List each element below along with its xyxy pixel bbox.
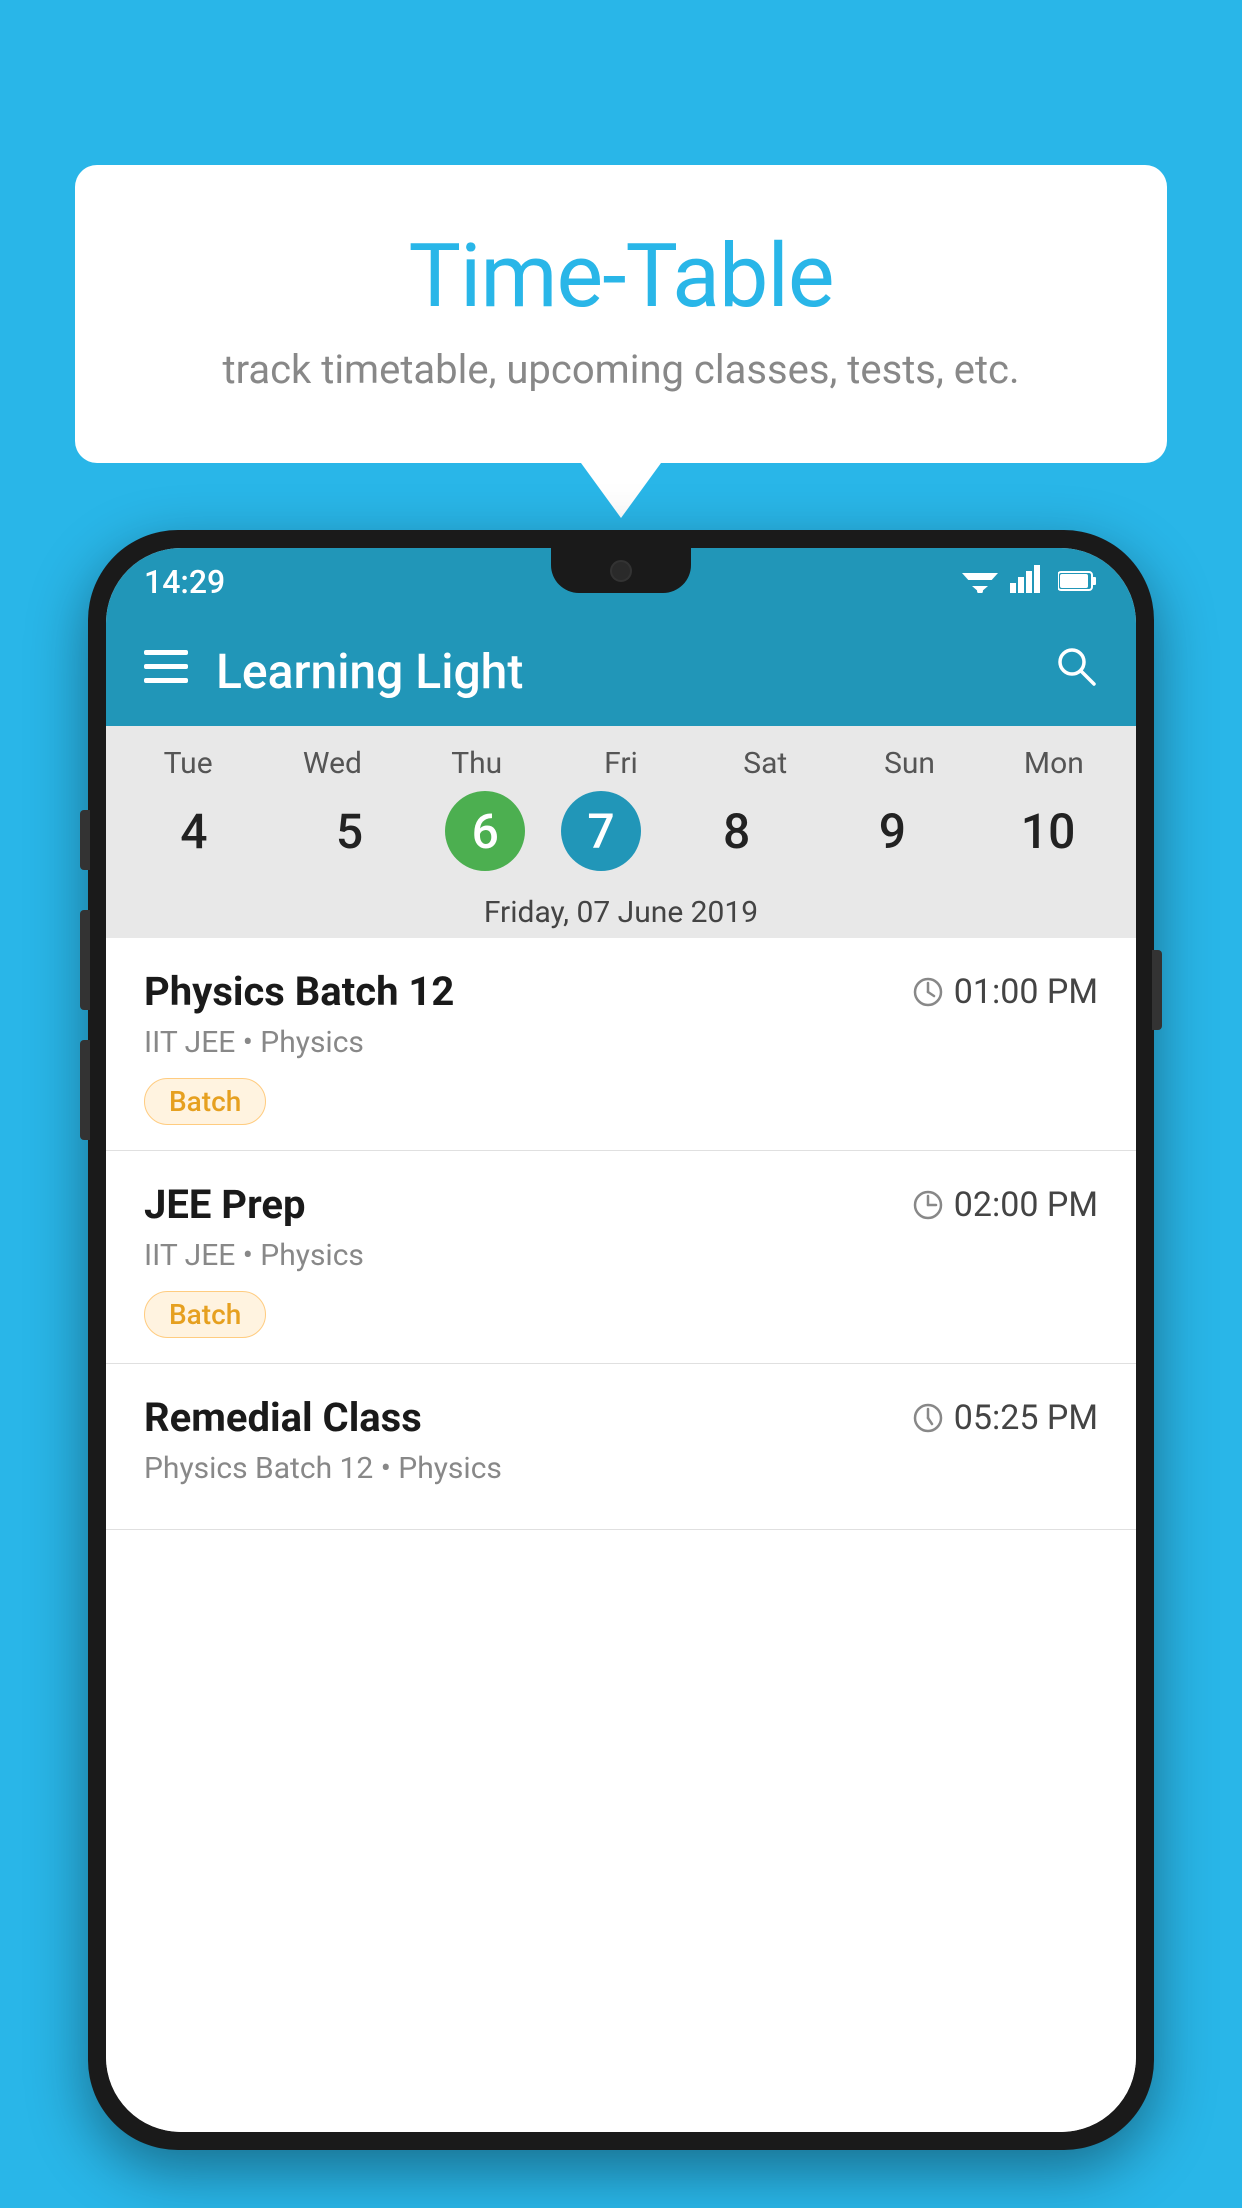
feature-subtitle: track timetable, upcoming classes, tests…	[155, 346, 1087, 393]
clock-icon-2	[912, 1189, 944, 1221]
hamburger-icon[interactable]	[144, 650, 188, 692]
schedule-item-3-time: 05:25 PM	[912, 1398, 1098, 1438]
signal-icon	[1010, 565, 1046, 600]
schedule-item-1-header: Physics Batch 12 01:00 PM	[144, 968, 1098, 1015]
day-5[interactable]: 5	[290, 791, 410, 871]
day-header-sat: Sat	[705, 746, 825, 781]
app-title: Learning Light	[216, 643, 1026, 700]
schedule-item-3-header: Remedial Class 05:25 PM	[144, 1394, 1098, 1441]
schedule-list: Physics Batch 12 01:00 PM IIT JEE • Ph	[106, 938, 1136, 2132]
clock-icon-1	[912, 976, 944, 1008]
volume-down-button	[80, 1040, 90, 1140]
schedule-item-1[interactable]: Physics Batch 12 01:00 PM IIT JEE • Ph	[106, 938, 1136, 1151]
search-icon[interactable]	[1054, 644, 1098, 699]
day-header-wed: Wed	[272, 746, 392, 781]
schedule-item-2[interactable]: JEE Prep 02:00 PM IIT JEE • Physics	[106, 1151, 1136, 1364]
schedule-item-1-subtitle: IIT JEE • Physics	[144, 1025, 1098, 1060]
feature-title: Time-Table	[155, 225, 1087, 328]
schedule-item-2-time: 02:00 PM	[912, 1185, 1098, 1225]
phone-mockup: 14:29	[88, 530, 1154, 2208]
status-time: 14:29	[144, 563, 225, 601]
app-bar: Learning Light	[106, 616, 1136, 726]
speech-bubble-section: Time-Table track timetable, upcoming cla…	[75, 165, 1167, 518]
mute-button	[80, 810, 90, 870]
phone-notch	[551, 548, 691, 593]
schedule-item-2-subtitle: IIT JEE • Physics	[144, 1238, 1098, 1273]
calendar-strip: Tue Wed Thu Fri Sat Sun Mon 4 5 6 7 8	[106, 726, 1136, 883]
clock-icon-3	[912, 1402, 944, 1434]
schedule-item-2-title: JEE Prep	[144, 1181, 305, 1228]
day-4[interactable]: 4	[134, 791, 254, 871]
day-9[interactable]: 9	[832, 791, 952, 871]
volume-up-button	[80, 910, 90, 1010]
day-7-selected[interactable]: 7	[561, 791, 641, 871]
schedule-item-2-header: JEE Prep 02:00 PM	[144, 1181, 1098, 1228]
wifi-icon	[962, 565, 998, 600]
speech-bubble-tail	[581, 463, 661, 518]
status-icons	[962, 565, 1098, 600]
day-header-tue: Tue	[128, 746, 248, 781]
schedule-item-1-time: 01:00 PM	[912, 972, 1098, 1012]
batch-badge-1: Batch	[144, 1078, 266, 1125]
schedule-item-3-title: Remedial Class	[144, 1394, 422, 1441]
day-header-mon: Mon	[994, 746, 1114, 781]
front-camera	[610, 560, 632, 582]
batch-badge-2: Batch	[144, 1291, 266, 1338]
day-header-fri: Fri	[561, 746, 681, 781]
day-header-thu: Thu	[417, 746, 537, 781]
selected-date: Friday, 07 June 2019	[106, 883, 1136, 938]
day-8[interactable]: 8	[677, 791, 797, 871]
schedule-item-3-subtitle: Physics Batch 12 • Physics	[144, 1451, 1098, 1486]
schedule-item-1-title: Physics Batch 12	[144, 968, 454, 1015]
day-10[interactable]: 10	[988, 791, 1108, 871]
day-header-sun: Sun	[850, 746, 970, 781]
day-6-today[interactable]: 6	[445, 791, 525, 871]
speech-bubble: Time-Table track timetable, upcoming cla…	[75, 165, 1167, 463]
phone-outer: 14:29	[88, 530, 1154, 2150]
day-numbers: 4 5 6 7 8 9 10	[116, 791, 1126, 871]
day-headers: Tue Wed Thu Fri Sat Sun Mon	[116, 746, 1126, 781]
battery-icon	[1058, 566, 1098, 599]
schedule-item-3[interactable]: Remedial Class 05:25 PM Physics Batch	[106, 1364, 1136, 1530]
power-button	[1152, 950, 1162, 1030]
phone-screen: 14:29	[106, 548, 1136, 2132]
